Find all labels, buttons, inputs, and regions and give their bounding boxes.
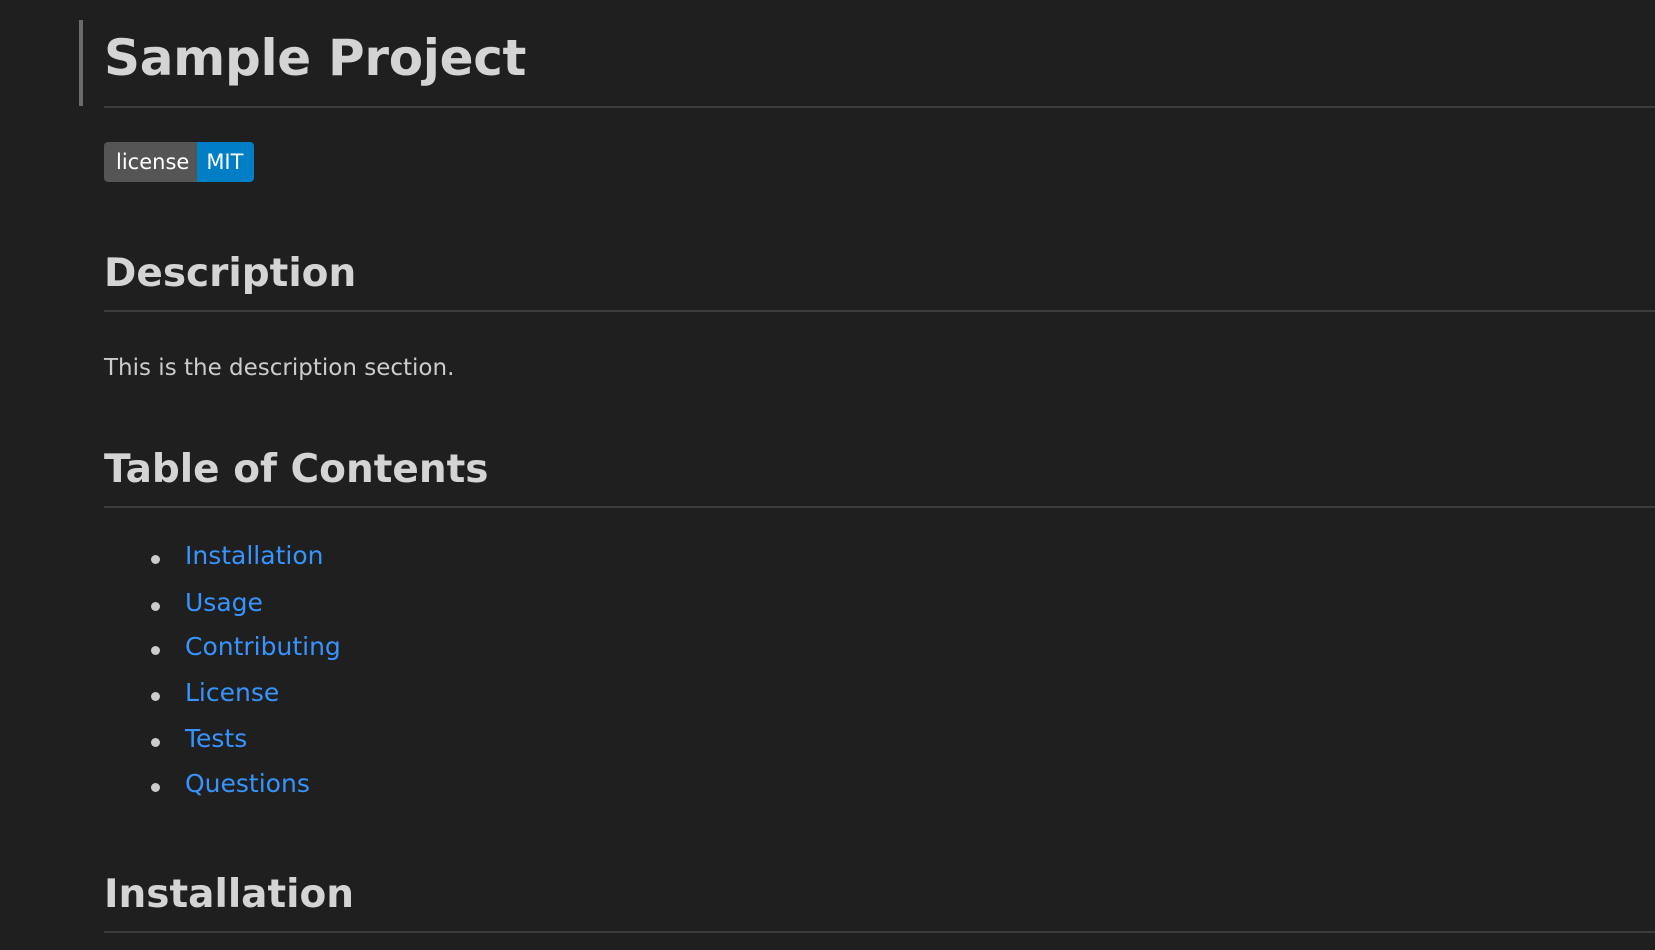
toc-link-installation[interactable]: Installation bbox=[185, 539, 323, 573]
description-text: This is the description section. bbox=[104, 355, 455, 381]
page-title: Sample Project bbox=[104, 29, 527, 87]
toc-link-questions[interactable]: Questions bbox=[185, 767, 310, 801]
bullet-icon bbox=[151, 692, 160, 701]
bullet-icon bbox=[151, 602, 160, 611]
badge-label: license bbox=[104, 142, 198, 182]
markdown-preview: Sample Project license MIT Description T… bbox=[0, 0, 1655, 950]
bullet-icon bbox=[151, 738, 160, 747]
toc-link-usage[interactable]: Usage bbox=[185, 586, 263, 620]
bullet-icon bbox=[151, 555, 160, 564]
title-divider bbox=[104, 106, 1655, 108]
toc-link-tests[interactable]: Tests bbox=[185, 722, 247, 756]
section-heading-description: Description bbox=[104, 251, 357, 296]
toc-link-contributing[interactable]: Contributing bbox=[185, 630, 341, 664]
current-line-indicator bbox=[79, 20, 83, 106]
toc-link-license[interactable]: License bbox=[185, 676, 279, 710]
section-heading-installation: Installation bbox=[104, 872, 355, 917]
section-divider bbox=[104, 310, 1655, 312]
section-divider bbox=[104, 506, 1655, 508]
section-divider bbox=[104, 931, 1655, 933]
license-badge[interactable]: license MIT bbox=[104, 142, 255, 182]
section-heading-toc: Table of Contents bbox=[104, 447, 489, 492]
bullet-icon bbox=[151, 783, 160, 792]
bullet-icon bbox=[151, 646, 160, 655]
badge-value: MIT bbox=[197, 142, 255, 182]
